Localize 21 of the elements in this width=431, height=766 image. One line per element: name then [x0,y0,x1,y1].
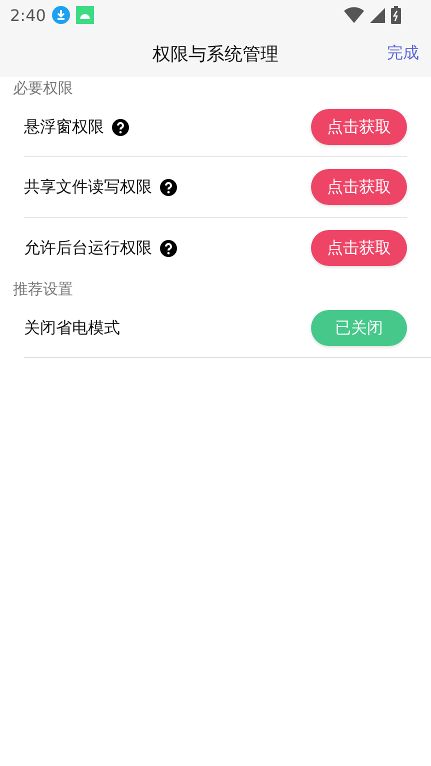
permission-label: 允许后台运行权限 [24,238,152,258]
help-icon[interactable] [112,118,129,136]
grant-button[interactable]: 点击获取 [311,109,407,145]
section-header: 推荐设置 [12,279,74,299]
signal-icon [370,8,385,22]
permission-label: 关闭省电模式 [24,318,120,338]
done-button[interactable]: 完成 [387,43,431,64]
download-icon [52,6,70,24]
grant-button[interactable]: 点击获取 [311,169,407,205]
status-button[interactable]: 已关闭 [311,310,407,346]
android-icon [76,6,94,24]
section-header: 必要权限 [12,78,74,98]
help-icon[interactable] [160,240,177,256]
battery-icon [391,6,401,24]
wifi-icon [344,7,364,23]
page-title: 权限与系统管理 [152,42,278,66]
permission-label: 共享文件读写权限 [24,176,152,198]
help-icon[interactable] [160,178,177,196]
permission-label: 悬浮窗权限 [24,116,104,138]
grant-button[interactable]: 点击获取 [311,230,407,266]
status-time: 2:40 [10,6,46,24]
